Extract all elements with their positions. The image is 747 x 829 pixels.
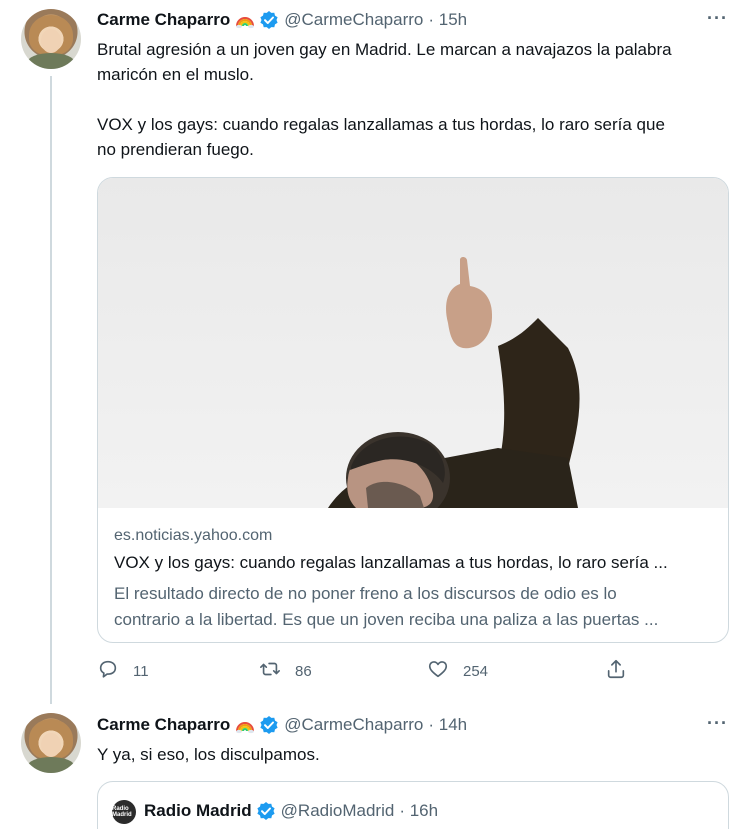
card-description-line: El resultado directo de no poner freno a…: [114, 584, 617, 603]
verified-icon: [256, 801, 276, 821]
quoted-tweet-time[interactable]: · 16h: [399, 801, 438, 821]
card-domain: es.noticias.yahoo.com: [114, 527, 273, 544]
retweet-icon: [259, 658, 281, 684]
reply-button[interactable]: 11: [97, 658, 149, 684]
author-avatar[interactable]: [21, 9, 81, 69]
author-avatar[interactable]: [21, 713, 81, 773]
card-description: El resultado directo de no poner freno a…: [114, 581, 658, 633]
like-count: 254: [463, 662, 489, 680]
tweet-text-line: Y ya, si eso, los disculpamos.: [97, 745, 320, 764]
card-image: [98, 178, 728, 508]
quoted-author-name[interactable]: Radio Madrid: [144, 801, 252, 821]
more-icon[interactable]: ···: [707, 8, 728, 29]
rainbow-icon: [235, 715, 255, 735]
tweet-text-line: VOX y los gays: cuando regalas lanzallam…: [97, 115, 665, 134]
tweet-time[interactable]: · 14h: [428, 715, 467, 735]
verified-icon: [259, 715, 279, 735]
tweet-text-line: no prendieran fuego.: [97, 140, 254, 159]
like-icon: [427, 658, 449, 684]
retweet-button[interactable]: 86: [259, 658, 312, 684]
reply-count: 11: [133, 662, 149, 680]
rainbow-icon: [235, 10, 255, 30]
author-handle[interactable]: @CarmeChaparro: [284, 715, 423, 735]
tweet-header: Carme Chaparro @CarmeChaparro · 15h: [97, 10, 467, 30]
quoted-author-handle[interactable]: @RadioMadrid: [281, 801, 395, 821]
tweet-text-line: Brutal agresión a un joven gay en Madrid…: [97, 40, 672, 59]
reply-icon: [97, 658, 119, 684]
quoted-author-avatar[interactable]: Radio Madrid: [112, 800, 136, 824]
tweet-text-line: maricón en el muslo.: [97, 65, 254, 84]
link-preview-card[interactable]: es.noticias.yahoo.com VOX y los gays: cu…: [97, 177, 729, 643]
verified-icon: [259, 10, 279, 30]
more-icon[interactable]: ···: [707, 713, 728, 734]
author-handle[interactable]: @CarmeChaparro: [284, 10, 423, 30]
author-name[interactable]: Carme Chaparro: [97, 10, 230, 30]
share-button[interactable]: [605, 658, 627, 684]
quoted-tweet-header: Radio Madrid @RadioMadrid · 16h: [144, 801, 438, 821]
share-icon: [605, 658, 627, 684]
card-title: VOX y los gays: cuando regalas lanzallam…: [114, 553, 668, 572]
author-name[interactable]: Carme Chaparro: [97, 715, 230, 735]
retweet-count: 86: [295, 662, 312, 680]
tweet-header: Carme Chaparro @CarmeChaparro · 14h: [97, 715, 467, 735]
card-description-line: contrario a la libertad. Es que un joven…: [114, 610, 659, 629]
tweet-actions: 11 86 254: [97, 658, 637, 688]
like-button[interactable]: 254: [427, 658, 488, 684]
tweet-time[interactable]: · 15h: [428, 10, 467, 30]
thread-connector-line: [50, 76, 52, 704]
quoted-tweet[interactable]: Radio Madrid Radio Madrid @RadioMadrid ·…: [97, 781, 729, 829]
